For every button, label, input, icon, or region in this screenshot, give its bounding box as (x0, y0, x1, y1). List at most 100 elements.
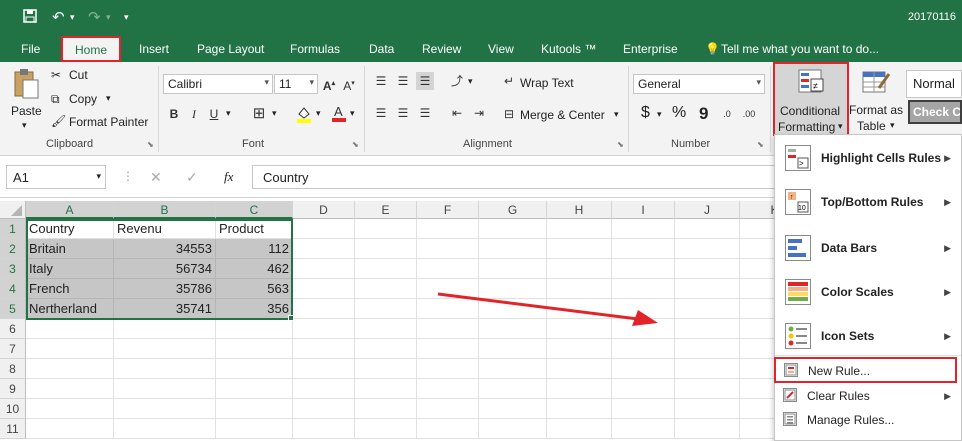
cell-c5[interactable]: 356 (216, 299, 293, 319)
redo-icon[interactable]: ↷ (88, 8, 101, 26)
formula-input[interactable]: Country (252, 165, 774, 189)
orientation-dropdown-icon[interactable]: ▾ (468, 76, 473, 87)
menu-item-data-bars[interactable]: Data Bars ▶ (775, 231, 961, 265)
cell-g10[interactable] (479, 399, 547, 419)
tab-home[interactable]: Home (61, 36, 122, 62)
wrap-text-icon[interactable]: ↵ (500, 72, 518, 90)
format-as-table-dropdown-icon[interactable]: ▾ (890, 120, 895, 131)
font-name-select[interactable]: Calibri ▾ (163, 74, 273, 94)
cell-b4[interactable]: 35786 (114, 279, 216, 299)
cell-d2[interactable] (293, 239, 355, 259)
cell-a3[interactable]: Italy (26, 259, 114, 279)
align-middle-icon[interactable]: ☰ (394, 72, 412, 90)
font-launcher-icon[interactable]: ⬊ (352, 140, 359, 149)
cell-c7[interactable] (216, 339, 293, 359)
row-header-4[interactable]: 4 (0, 279, 26, 299)
select-all-corner[interactable] (0, 201, 26, 219)
comma-style-button[interactable]: 9 (699, 104, 708, 124)
cell-e3[interactable] (355, 259, 417, 279)
increase-decimal-icon[interactable]: .0 (718, 105, 736, 123)
tab-data[interactable]: Data (369, 42, 394, 56)
style-normal[interactable]: Normal (906, 70, 962, 98)
cell-b7[interactable] (114, 339, 216, 359)
merge-center-icon[interactable]: ⊟ (500, 105, 518, 123)
cell-i2[interactable] (612, 239, 675, 259)
merge-dropdown-icon[interactable]: ▾ (614, 109, 619, 120)
currency-button[interactable]: $ (641, 104, 650, 122)
align-left-icon[interactable]: ☰ (372, 104, 390, 122)
cell-h9[interactable] (547, 379, 612, 399)
cell-j6[interactable] (675, 319, 740, 339)
cancel-entry-icon[interactable]: ✕ (150, 169, 162, 186)
cell-j1[interactable] (675, 219, 740, 239)
tab-kutools[interactable]: Kutools ™ (541, 42, 596, 56)
cell-h2[interactable] (547, 239, 612, 259)
row-header-2[interactable]: 2 (0, 239, 26, 259)
cell-c8[interactable] (216, 359, 293, 379)
copy-dropdown-icon[interactable]: ▾ (106, 93, 111, 104)
cell-d5[interactable] (293, 299, 355, 319)
cell-f8[interactable] (417, 359, 479, 379)
percent-button[interactable]: % (672, 104, 686, 122)
underline-icon[interactable]: U (205, 105, 223, 123)
tab-review[interactable]: Review (422, 42, 461, 56)
cell-d4[interactable] (293, 279, 355, 299)
insert-function-icon[interactable]: fx (224, 169, 233, 185)
cut-button[interactable]: Cut (69, 68, 88, 82)
cell-b1[interactable]: Revenu (114, 219, 216, 239)
customize-toolbar-icon[interactable]: ▾ (124, 12, 129, 23)
cell-f3[interactable] (417, 259, 479, 279)
alignment-launcher-icon[interactable]: ⬊ (617, 140, 624, 149)
font-color-icon[interactable]: A (330, 104, 348, 122)
column-header-a[interactable]: A (26, 201, 114, 219)
currency-dropdown-icon[interactable]: ▾ (657, 109, 662, 120)
decrease-decimal-icon[interactable]: .00 (740, 105, 758, 123)
row-header-6[interactable]: 6 (0, 319, 26, 339)
cell-j10[interactable] (675, 399, 740, 419)
paste-dropdown-icon[interactable]: ▾ (22, 120, 27, 131)
menu-item-top-bottom-rules[interactable]: ↑ 10 Top/Bottom Rules ▶ (775, 185, 961, 219)
cell-b9[interactable] (114, 379, 216, 399)
decrease-indent-icon[interactable]: ⇤ (448, 104, 466, 122)
format-painter-icon[interactable]: 🖌 (51, 114, 66, 128)
cell-e2[interactable] (355, 239, 417, 259)
italic-icon[interactable]: I (185, 105, 203, 123)
cell-a1[interactable]: Country (26, 219, 114, 239)
cell-i10[interactable] (612, 399, 675, 419)
cell-f11[interactable] (417, 419, 479, 439)
cut-icon[interactable]: ✂ (51, 68, 61, 82)
cell-f1[interactable] (417, 219, 479, 239)
menu-item-highlight-cells-rules[interactable]: > Highlight Cells Rules ▶ (775, 141, 961, 175)
align-bottom-icon[interactable]: ☰ (416, 72, 434, 90)
cell-e5[interactable] (355, 299, 417, 319)
tab-enterprise[interactable]: Enterprise (623, 42, 678, 56)
borders-dropdown-icon[interactable]: ▾ (272, 108, 277, 119)
fill-handle[interactable] (288, 315, 294, 321)
cell-d1[interactable] (293, 219, 355, 239)
format-as-table-icon[interactable] (861, 68, 891, 96)
tell-me-search[interactable]: Tell me what you want to do... (721, 42, 879, 56)
cell-a4[interactable]: French (26, 279, 114, 299)
cell-d11[interactable] (293, 419, 355, 439)
number-format-select[interactable]: General ▾ (633, 74, 765, 94)
cell-b6[interactable] (114, 319, 216, 339)
cell-a10[interactable] (26, 399, 114, 419)
cell-h8[interactable] (547, 359, 612, 379)
merge-center-button[interactable]: Merge & Center (520, 108, 605, 122)
cell-j3[interactable] (675, 259, 740, 279)
cell-e1[interactable] (355, 219, 417, 239)
menu-item-manage-rules[interactable]: Manage Rules... (775, 409, 961, 431)
cell-h11[interactable] (547, 419, 612, 439)
undo-dropdown-icon[interactable]: ▾ (70, 12, 75, 23)
cell-e4[interactable] (355, 279, 417, 299)
cell-h10[interactable] (547, 399, 612, 419)
underline-dropdown-icon[interactable]: ▾ (226, 108, 231, 119)
column-header-b[interactable]: B (114, 201, 216, 219)
undo-icon[interactable]: ↶ (52, 8, 65, 26)
paste-button[interactable]: Paste (11, 104, 42, 118)
cell-a2[interactable]: Britain (26, 239, 114, 259)
cell-j9[interactable] (675, 379, 740, 399)
cell-c10[interactable] (216, 399, 293, 419)
wrap-text-button[interactable]: Wrap Text (520, 76, 574, 90)
align-center-icon[interactable]: ☰ (394, 104, 412, 122)
